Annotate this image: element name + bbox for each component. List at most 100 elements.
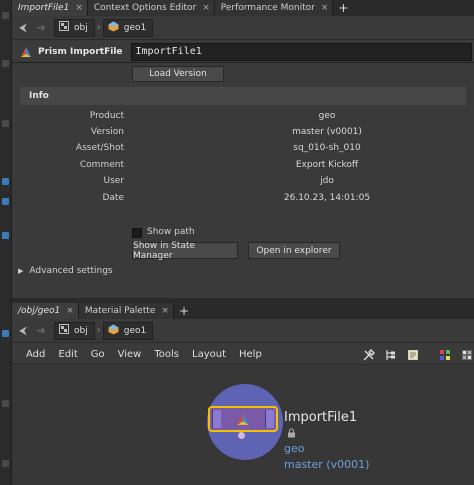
network-icon xyxy=(59,21,69,34)
open-in-explorer-button[interactable]: Open in explorer xyxy=(248,242,340,259)
network-menu-bar: Add Edit Go View Tools Layout Help xyxy=(12,345,474,365)
menu-help[interactable]: Help xyxy=(239,349,262,360)
tab-label: Material Palette xyxy=(84,306,156,316)
importfile-node[interactable] xyxy=(208,406,278,432)
back-arrow-icon[interactable]: ⮜ xyxy=(14,322,32,340)
show-in-state-manager-button[interactable]: Show in State Manager xyxy=(132,241,238,261)
info-value: master (v0001) xyxy=(292,127,362,137)
shelf-icon[interactable] xyxy=(2,178,9,185)
parameter-pane: ImportFile1 × Context Options Editor × P… xyxy=(12,0,474,301)
close-icon[interactable]: × xyxy=(75,3,83,13)
shelf-icon[interactable] xyxy=(2,232,9,239)
load-version-button[interactable]: Load Version xyxy=(132,66,224,82)
path-label: obj xyxy=(74,22,88,33)
info-row-asset-shot: Asset/Shot sq_010-sh_010 xyxy=(12,143,474,159)
tab-importfile1[interactable]: ImportFile1 × xyxy=(12,0,88,16)
add-tab-button[interactable]: + xyxy=(174,303,194,319)
chevron-right-icon: › xyxy=(96,325,101,336)
menu-tools[interactable]: Tools xyxy=(154,349,179,360)
node-output-connector[interactable] xyxy=(238,432,245,439)
info-row-version: Version master (v0001) xyxy=(12,127,474,143)
lock-icon xyxy=(287,428,296,441)
path-segment-obj[interactable]: obj xyxy=(54,18,95,37)
show-path-label: Show path xyxy=(147,227,195,237)
info-row-date: Date 26.10.23, 14:01:05 xyxy=(12,193,474,209)
info-key: Version xyxy=(90,127,124,137)
close-icon[interactable]: × xyxy=(161,306,169,316)
close-icon[interactable]: × xyxy=(321,3,329,13)
tab-label: ImportFile1 xyxy=(18,3,70,13)
shelf-icon[interactable] xyxy=(2,460,9,467)
node-flag-stripe[interactable] xyxy=(212,410,221,428)
back-arrow-icon[interactable]: ⮜ xyxy=(14,19,32,37)
info-row-product: Product geo xyxy=(12,111,474,127)
add-tab-button[interactable]: + xyxy=(333,0,353,16)
network-pane-header: /obj/geo1 × Material Palette × + ⮜ ➔ obj… xyxy=(12,303,474,345)
forward-arrow-icon[interactable]: ➔ xyxy=(32,322,50,340)
node-header-bar: Prism ImportFile ImportFile1 xyxy=(12,41,474,63)
info-key: User xyxy=(103,176,124,186)
node-flag-stripe[interactable] xyxy=(265,410,274,428)
prism-logo-icon xyxy=(236,412,250,429)
info-value: jdo xyxy=(320,176,334,186)
menu-edit[interactable]: Edit xyxy=(58,349,77,360)
node-type-label: Prism ImportFile xyxy=(38,46,123,57)
menu-go[interactable]: Go xyxy=(91,349,105,360)
info-key: Comment xyxy=(79,160,124,170)
info-value: sq_010-sh_010 xyxy=(293,143,361,153)
info-row-comment: Comment Export Kickoff xyxy=(12,160,474,176)
chevron-right-icon: › xyxy=(96,22,101,33)
show-path-checkbox[interactable] xyxy=(132,228,142,238)
shelf-icon[interactable] xyxy=(2,12,9,19)
shelf-icon[interactable] xyxy=(2,400,9,407)
wrench-icon[interactable] xyxy=(362,348,376,362)
triangle-right-icon: ▶ xyxy=(18,267,24,275)
advanced-settings-label: Advanced settings xyxy=(29,266,113,276)
tab-bar: /obj/geo1 × Material Palette × + xyxy=(12,303,474,319)
prism-logo-icon xyxy=(20,46,32,58)
shelf-icon[interactable] xyxy=(2,120,9,127)
menu-add[interactable]: Add xyxy=(26,349,45,360)
advanced-settings-toggle[interactable]: ▶ Advanced settings xyxy=(18,266,113,276)
notes-icon[interactable] xyxy=(406,348,420,362)
color-palette-icon[interactable] xyxy=(460,348,474,362)
node-version-label: master (v0001) xyxy=(284,458,370,471)
info-value: geo xyxy=(318,111,336,121)
left-shelf-strip xyxy=(0,0,12,485)
path-segment-geo1[interactable]: geo1 xyxy=(102,321,154,340)
path-segment-geo1[interactable]: geo1 xyxy=(102,18,154,37)
info-row-user: User jdo xyxy=(12,176,474,192)
grid-icon[interactable] xyxy=(438,348,452,362)
shelf-icon[interactable] xyxy=(2,198,9,205)
path-label: geo1 xyxy=(123,22,147,33)
menu-view[interactable]: View xyxy=(118,349,142,360)
close-icon[interactable]: × xyxy=(66,306,74,316)
info-key: Asset/Shot xyxy=(75,143,124,153)
geometry-icon xyxy=(108,21,119,35)
forward-arrow-icon[interactable]: ➔ xyxy=(32,19,50,37)
geometry-icon xyxy=(108,324,119,338)
shelf-icon[interactable] xyxy=(2,60,9,67)
path-segment-obj[interactable]: obj xyxy=(54,321,95,340)
tab-performance-monitor[interactable]: Performance Monitor × xyxy=(214,0,334,16)
parameter-area: Load Version Info Product geo Version ma… xyxy=(12,63,474,301)
tab-obj-geo1[interactable]: /obj/geo1 × xyxy=(12,303,79,319)
info-value: Export Kickoff xyxy=(295,160,359,170)
path-bar: ⮜ ➔ obj › geo1 xyxy=(12,16,474,40)
tree-icon[interactable] xyxy=(384,348,398,362)
tab-material-palette[interactable]: Material Palette × xyxy=(78,303,174,319)
close-icon[interactable]: × xyxy=(202,3,210,13)
path-bar: ⮜ ➔ obj › geo1 xyxy=(12,319,474,343)
path-label: obj xyxy=(74,325,88,336)
info-key: Date xyxy=(102,193,124,203)
path-label: geo1 xyxy=(123,325,147,336)
tab-label: Performance Monitor xyxy=(220,3,315,13)
menu-layout[interactable]: Layout xyxy=(192,349,226,360)
node-name-field[interactable]: ImportFile1 xyxy=(130,42,472,61)
tab-bar: ImportFile1 × Context Options Editor × P… xyxy=(12,0,474,16)
network-view[interactable]: ImportFile1 geo master (v0001) xyxy=(12,366,474,485)
node-name-label: ImportFile1 xyxy=(284,410,358,425)
shelf-icon[interactable] xyxy=(2,330,9,337)
network-toolbar xyxy=(354,345,474,365)
tab-context-options-editor[interactable]: Context Options Editor × xyxy=(87,0,215,16)
